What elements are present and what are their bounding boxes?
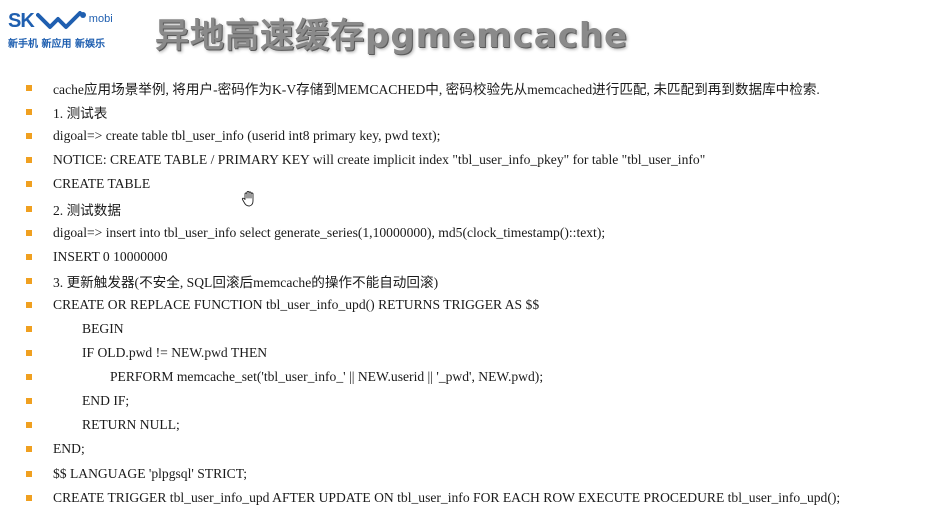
list-item: CREATE OR REPLACE FUNCTION tbl_user_info…	[26, 293, 840, 317]
list-item: 3. 更新触发器(不安全, SQL回滚后memcache的操作不能自动回滚)	[26, 269, 840, 293]
bullet-text: CREATE TRIGGER tbl_user_info_upd AFTER U…	[53, 489, 841, 505]
bullet-marker	[26, 422, 32, 429]
bullet-marker	[26, 446, 32, 453]
list-item: IF OLD.pwd != NEW.pwd THEN	[26, 341, 840, 365]
bullet-text: INSERT 0 10000000	[53, 248, 168, 264]
list-item: END IF;	[26, 389, 840, 413]
list-item: BEGIN	[26, 317, 840, 341]
list-item: END;	[26, 437, 840, 461]
bullet-text: NOTICE: CREATE TABLE / PRIMARY KEY will …	[53, 152, 706, 168]
bullet-marker	[26, 85, 32, 92]
list-item: PERFORM memcache_set('tbl_user_info_' ||…	[26, 365, 840, 389]
bullet-text: PERFORM memcache_set('tbl_user_info_' ||…	[110, 369, 544, 385]
bullet-marker	[26, 181, 32, 188]
bullet-text: RETURN NULL;	[82, 417, 180, 433]
list-item: $$ LANGUAGE 'plpgsql' STRICT;	[26, 462, 840, 486]
bullet-text: CREATE TABLE	[53, 176, 151, 192]
logo-mark: SK mobi	[8, 10, 138, 32]
bullet-marker	[26, 325, 32, 332]
bullet-marker	[26, 374, 32, 381]
bullet-marker	[26, 398, 32, 405]
list-item: digoal=> create table tbl_user_info (use…	[26, 124, 840, 148]
list-item: NOTICE: CREATE TABLE / PRIMARY KEY will …	[26, 148, 840, 172]
company-logo: SK mobi 新手机 新应用 新娱乐	[8, 10, 138, 55]
bullet-marker	[26, 253, 32, 260]
list-item: CREATE TRIGGER tbl_user_info_upd AFTER U…	[26, 486, 840, 510]
bullet-list: cache应用场景举例, 将用户-密码作为K-V存储到MEMCACHED中, 密…	[26, 76, 840, 510]
slide-title: 异地高速缓存pgmemcache	[155, 16, 629, 56]
bullet-marker	[26, 277, 32, 284]
bullet-text: BEGIN	[82, 320, 124, 336]
logo-tagline: 新手机 新应用 新娱乐	[8, 39, 105, 50]
bullet-text: 2. 测试数据	[53, 202, 121, 218]
bullet-text: CREATE OR REPLACE FUNCTION tbl_user_info…	[53, 296, 540, 312]
hand-pointer-icon	[241, 191, 254, 207]
list-item: cache应用场景举例, 将用户-密码作为K-V存储到MEMCACHED中, 密…	[26, 76, 840, 100]
slide: SK mobi 新手机 新应用 新娱乐 异地高速缓存pgmemcache cac…	[0, 0, 936, 520]
bullet-text: cache应用场景举例, 将用户-密码作为K-V存储到MEMCACHED中, 密…	[53, 82, 820, 98]
bullet-marker	[26, 350, 32, 357]
logo-brand: SK	[8, 10, 35, 32]
bullet-marker	[26, 229, 32, 236]
bullet-text: digoal=> insert into tbl_user_info selec…	[53, 224, 606, 240]
logo-swoosh-icon	[35, 11, 86, 29]
bullet-text: END;	[53, 441, 85, 457]
list-item: CREATE TABLE	[26, 172, 840, 196]
bullet-text: $$ LANGUAGE 'plpgsql' STRICT;	[53, 465, 248, 481]
bullet-marker	[26, 109, 32, 116]
list-item: 2. 测试数据	[26, 196, 840, 220]
list-item: 1. 测试表	[26, 100, 840, 124]
bullet-marker	[26, 301, 32, 308]
logo-suffix: mobi	[88, 13, 113, 25]
list-item: digoal=> insert into tbl_user_info selec…	[26, 221, 840, 245]
bullet-marker	[26, 157, 32, 164]
list-item: INSERT 0 10000000	[26, 245, 840, 269]
bullet-marker	[26, 470, 32, 477]
list-item: RETURN NULL;	[26, 413, 840, 437]
bullet-text: END IF;	[82, 393, 130, 409]
bullet-marker	[26, 133, 32, 140]
bullet-marker	[26, 494, 32, 501]
bullet-text: 1. 测试表	[53, 106, 108, 122]
bullet-text: digoal=> create table tbl_user_info (use…	[53, 128, 441, 144]
bullet-text: 3. 更新触发器(不安全, SQL回滚后memcache的操作不能自动回滚)	[53, 274, 439, 290]
bullet-text: IF OLD.pwd != NEW.pwd THEN	[82, 345, 268, 361]
bullet-marker	[26, 205, 32, 212]
